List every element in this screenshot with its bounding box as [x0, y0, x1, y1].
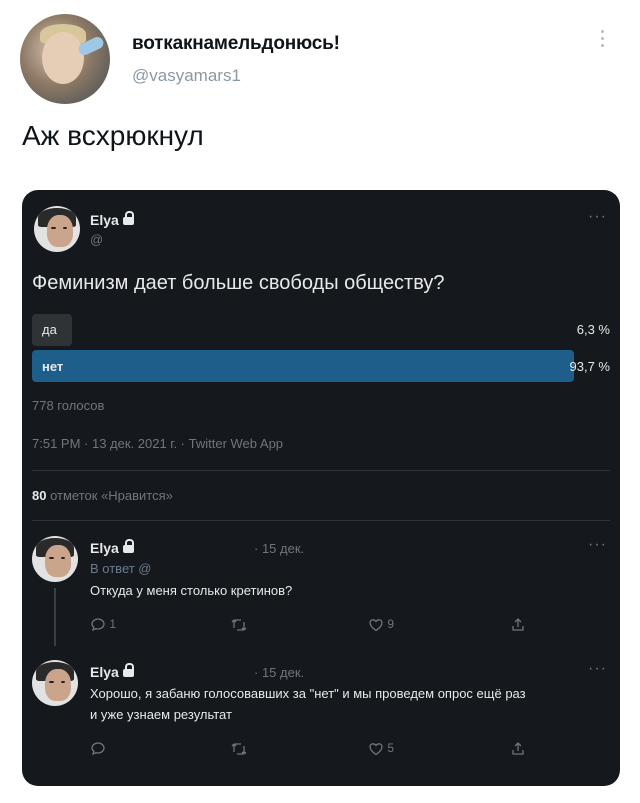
lock-icon	[122, 539, 134, 553]
comment-count: 1	[109, 617, 117, 632]
share-icon	[512, 742, 524, 755]
reply-text-continued: и уже узнаем результат	[90, 707, 232, 722]
reply-text: Откуда у меня столько кретинов?	[90, 583, 293, 598]
likes-summary[interactable]: 80 отметок «Нравится»	[32, 488, 173, 503]
like-action[interactable]: 9	[368, 617, 394, 633]
tweet-timestamp[interactable]: 7:51 PM · 13 дек. 2021 г. · Twitter Web …	[32, 436, 283, 451]
comment-icon	[91, 618, 105, 632]
poll-option-percent: 6,3 %	[576, 322, 610, 337]
reply-author-name: Elya	[90, 540, 119, 556]
reply-date[interactable]: · 15 дек.	[254, 665, 304, 680]
reply-action[interactable]: 1	[90, 617, 116, 633]
poll-option-label: да	[42, 322, 57, 337]
reply-author[interactable]: Elya	[90, 539, 134, 556]
retweet-icon	[231, 743, 247, 755]
more-horizontal-icon[interactable]: ···	[588, 536, 607, 554]
retweet-icon	[231, 619, 247, 631]
embedded-avatar[interactable]	[34, 206, 80, 252]
reply-avatar[interactable]	[32, 660, 78, 706]
poll-option-label: нет	[42, 359, 64, 374]
avatar[interactable]	[20, 14, 110, 104]
more-horizontal-icon[interactable]: ···	[588, 660, 607, 678]
embedded-tweet-card: Elya @ ··· Феминизм дает больше свободы …	[22, 190, 620, 786]
reply-action[interactable]	[90, 741, 106, 757]
thread-line	[54, 588, 56, 646]
embedded-author-name: Elya	[90, 212, 119, 228]
reply-author[interactable]: Elya	[90, 663, 134, 680]
share-action[interactable]	[510, 741, 526, 757]
tweet-header: воткакнамельдонюсь! @vasyamars1	[0, 0, 640, 110]
poll-question: Феминизм дает больше свободы обществу?	[32, 272, 445, 294]
like-action[interactable]: 5	[368, 741, 394, 757]
lock-icon	[122, 663, 134, 677]
reply-text: Хорошо, я забаню голосовавших за "нет" и…	[90, 686, 526, 701]
like-count: 9	[387, 617, 395, 632]
likes-count: 80	[32, 488, 47, 503]
heart-icon	[369, 743, 383, 756]
reply-date[interactable]: · 15 дек.	[254, 541, 304, 556]
lock-icon	[122, 211, 134, 225]
like-count: 5	[387, 741, 395, 756]
embedded-author[interactable]: Elya	[90, 211, 134, 228]
divider	[32, 470, 610, 471]
retweet-action[interactable]	[230, 741, 248, 757]
reply-to[interactable]: В ответ @	[90, 561, 152, 576]
likes-label: отметок «Нравится»	[50, 488, 173, 503]
vote-count: 778 голосов	[32, 398, 105, 413]
avatar-face	[42, 32, 84, 84]
display-name[interactable]: воткакнамельдонюсь!	[132, 33, 340, 55]
reply-avatar[interactable]	[32, 536, 78, 582]
comment-icon	[91, 742, 105, 756]
heart-icon	[369, 619, 383, 632]
reply-author-name: Elya	[90, 664, 119, 680]
retweet-action[interactable]	[230, 617, 248, 633]
tweet-text: Аж всхрюкнул	[22, 120, 204, 151]
divider	[32, 520, 610, 521]
share-icon	[512, 618, 524, 631]
more-options-icon[interactable]	[600, 30, 606, 50]
user-handle[interactable]: @vasyamars1	[132, 66, 241, 86]
poll-bar-no	[32, 350, 574, 382]
poll-option-percent: 93,7 %	[569, 359, 610, 374]
embedded-handle: @	[90, 232, 104, 247]
share-action[interactable]	[510, 617, 526, 633]
more-horizontal-icon[interactable]: ···	[588, 208, 607, 226]
